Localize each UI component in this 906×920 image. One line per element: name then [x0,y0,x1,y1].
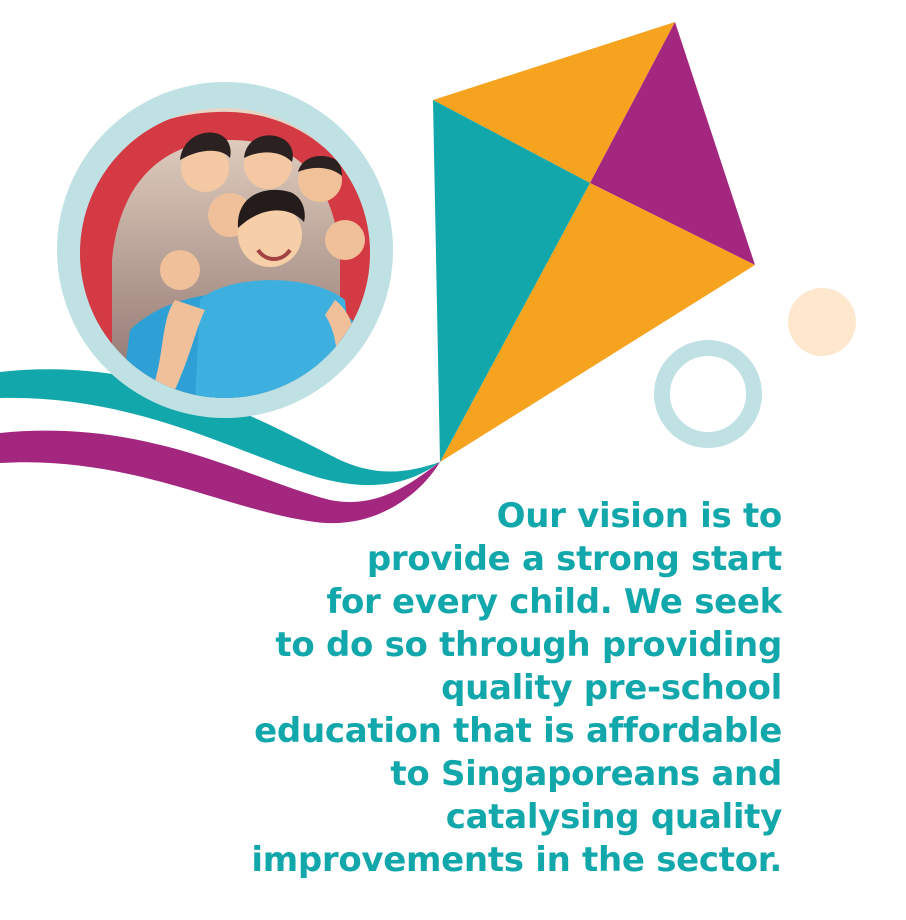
vision-line-1: Our vision is to [496,496,783,536]
vision-line-3: for every child. We seek [326,582,782,622]
vision-line-7: to Singaporeans and [390,754,782,794]
vision-line-5: quality pre-school [441,668,782,708]
peach-circle [788,288,856,356]
light-blue-ring [654,340,762,448]
vision-page: Our vision is to provide a strong start … [0,0,906,920]
vision-line-2: provide a strong start [366,539,782,579]
kite-icon [433,22,755,462]
vision-line-9: improvements in the sector. [251,840,782,880]
vision-line-4: to do so through providing [275,625,782,665]
vision-line-8: catalysing quality [445,797,783,837]
vision-line-6: education that is affordable [254,711,782,751]
